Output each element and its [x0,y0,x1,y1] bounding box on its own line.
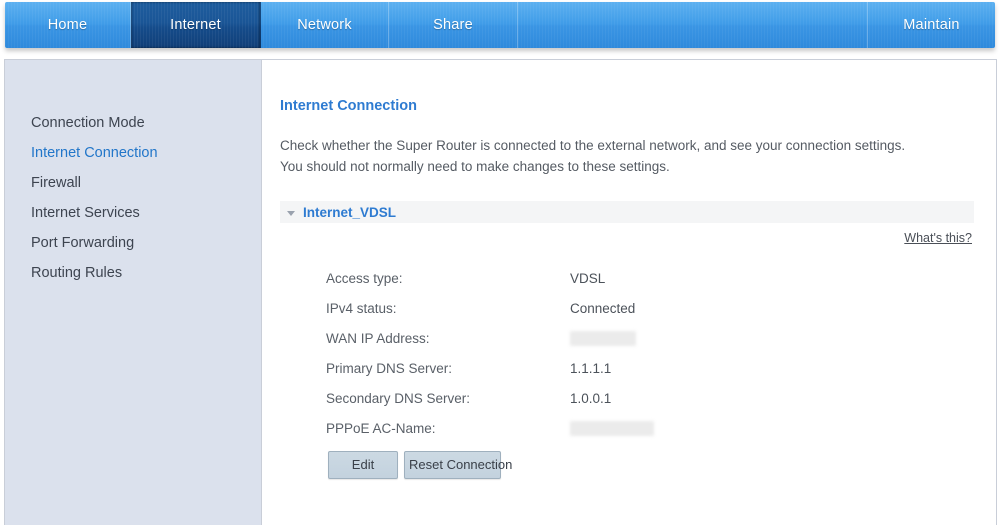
detail-row-ipv4-status: IPv4 status: Connected [280,293,974,323]
router-admin-page: Home Internet Network Share Maintain Con… [0,0,1000,525]
detail-value: 1.1.1.1 [570,360,612,376]
nav-tab-share-label: Share [433,17,473,33]
detail-row-primary-dns: Primary DNS Server: 1.1.1.1 [280,353,974,383]
chevron-down-icon[interactable] [287,210,295,216]
detail-row-access-type: Access type: VDSL [280,263,974,293]
redacted-value-box [570,330,636,346]
sidebar-item-label: Routing Rules [31,265,123,281]
sidebar-item-internet-services[interactable]: Internet Services [5,198,261,228]
detail-label: PPPoE AC-Name: [326,420,436,436]
edit-button[interactable]: Edit [328,451,398,479]
nav-tab-maintain-label: Maintain [903,17,960,33]
detail-value: VDSL [570,270,606,286]
sidebar-item-label: Port Forwarding [31,235,135,251]
sidebar-item-internet-connection[interactable]: Internet Connection [5,138,261,168]
sidebar-item-routing-rules[interactable]: Routing Rules [5,258,261,288]
detail-row-pppoe-ac-name: PPPoE AC-Name: [280,413,974,443]
sidebar-item-label: Firewall [31,175,81,191]
nav-tab-home[interactable]: Home [5,2,131,48]
nav-tab-home-label: Home [47,17,88,33]
detail-label: WAN IP Address: [326,330,430,346]
detail-value-redacted [570,330,636,346]
nav-tab-maintain[interactable]: Maintain [868,2,995,48]
help-link-row: What's this? [280,229,974,247]
detail-value: 1.0.0.1 [570,390,612,406]
sidebar-item-label: Internet Services [31,205,140,221]
section-header-internet-vdsl[interactable]: Internet_VDSL [280,201,974,223]
page-description: Check whether the Super Router is connec… [280,135,974,177]
nav-spacer [518,2,868,48]
nav-tab-internet[interactable]: Internet [131,2,261,48]
detail-value-redacted [570,420,654,436]
main-navigation: Home Internet Network Share Maintain [5,2,995,48]
detail-row-wan-ip-address: WAN IP Address: [280,323,974,353]
page-frame: Connection Mode Internet Connection Fire… [4,59,997,525]
content-panel: Internet Connection Check whether the Su… [262,60,996,525]
detail-label: Access type: [326,270,403,286]
section-title: Internet_VDSL [303,204,397,220]
detail-row-secondary-dns: Secondary DNS Server: 1.0.0.1 [280,383,974,413]
page-title: Internet Connection [280,98,417,114]
sidebar-item-port-forwarding[interactable]: Port Forwarding [5,228,261,258]
detail-label: Primary DNS Server: [326,360,453,376]
nav-tab-internet-label: Internet [170,17,221,33]
action-button-row: Edit Reset Connection [280,451,974,479]
sidebar-item-connection-mode[interactable]: Connection Mode [5,108,261,138]
detail-label: Secondary DNS Server: [326,390,471,406]
sidebar-item-label: Internet Connection [31,145,158,161]
detail-label: IPv4 status: [326,300,397,316]
sidebar-item-firewall[interactable]: Firewall [5,168,261,198]
redacted-value-box [570,420,654,436]
detail-value: Connected [570,300,636,316]
nav-tab-share[interactable]: Share [389,2,518,48]
reset-connection-button[interactable]: Reset Connection [404,451,512,479]
sidebar-item-label: Connection Mode [31,115,145,131]
page-description-line-2: You should not normally need to make cha… [280,159,670,174]
sidebar: Connection Mode Internet Connection Fire… [5,60,262,525]
nav-tab-network-label: Network [297,17,352,33]
page-description-line-1: Check whether the Super Router is connec… [280,138,906,153]
nav-tab-network[interactable]: Network [261,2,389,48]
whats-this-link[interactable]: What's this? [904,231,972,245]
connection-details-list: Access type: VDSL IPv4 status: Connected… [280,263,974,443]
